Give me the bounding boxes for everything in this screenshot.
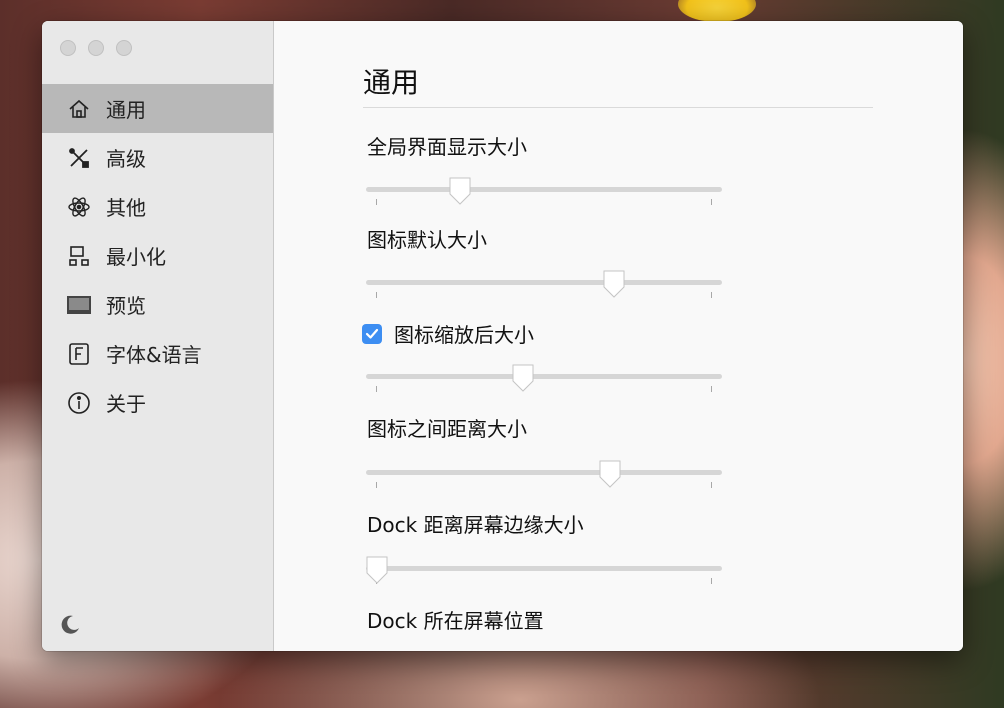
sidebar-nav: 通用 高级 其他 最小化 预览 字体&语言 关于: [42, 84, 273, 427]
font-icon: [66, 341, 92, 367]
sidebar-item-label: 字体&语言: [106, 343, 202, 367]
sidebar-item-label: 关于: [106, 392, 146, 416]
settings-panel: 通用 全局界面显示大小 图标默认大小 图标缩放后大小 图标之间距离大小 Dock…: [274, 21, 963, 651]
slider-tick-min: [376, 482, 377, 488]
setting-label-icon-spacing: 图标之间距离大小: [367, 417, 527, 441]
slider-track: [366, 566, 722, 571]
window-controls: [60, 40, 132, 56]
icon-zoom-size-checkbox[interactable]: [362, 323, 382, 344]
sidebar-item-label: 预览: [106, 294, 146, 318]
slider-tick-max: [711, 386, 712, 392]
desktop-wallpaper: 通用 高级 其他 最小化 预览 字体&语言 关于 通用 全局界面显示大小 图标默…: [0, 0, 1004, 708]
moon-icon[interactable]: [58, 613, 82, 637]
icon-spacing-slider[interactable]: [366, 459, 722, 497]
slider-track: [366, 374, 722, 379]
wallpaper-flower: [678, 0, 756, 22]
sidebar-item-label: 最小化: [106, 245, 166, 269]
setting-label-icon-zoom-size: 图标缩放后大小: [394, 323, 534, 347]
tools-icon: [66, 145, 92, 171]
sidebar-item-font-language[interactable]: 字体&语言: [42, 329, 273, 378]
sidebar-item-general[interactable]: 通用: [42, 84, 273, 133]
icon-zoom-size-slider[interactable]: [366, 363, 722, 401]
dock-edge-distance-slider[interactable]: [365, 555, 722, 593]
atom-icon: [66, 194, 92, 220]
preferences-window: 通用 高级 其他 最小化 预览 字体&语言 关于 通用 全局界面显示大小 图标默…: [42, 21, 963, 651]
slider-tick-max: [711, 292, 712, 298]
sidebar-item-other[interactable]: 其他: [42, 182, 273, 231]
slider-thumb[interactable]: [511, 363, 535, 393]
sidebar-item-label: 高级: [106, 147, 146, 171]
minimize-button[interactable]: [88, 40, 104, 56]
slider-tick-max: [711, 199, 712, 205]
page-title: 通用: [363, 66, 420, 99]
slider-thumb[interactable]: [598, 459, 622, 489]
sidebar-item-advanced[interactable]: 高级: [42, 133, 273, 182]
slider-tick-max: [711, 482, 712, 488]
preview-icon: [66, 292, 92, 318]
sidebar-item-about[interactable]: 关于: [42, 378, 273, 427]
setting-label-dock-edge-distance: Dock 距离屏幕边缘大小: [367, 513, 584, 537]
setting-label-dock-position: Dock 所在屏幕位置: [367, 609, 544, 633]
sidebar-item-label: 其他: [106, 196, 146, 220]
icon-default-size-slider[interactable]: [366, 269, 722, 307]
setting-label-icon-default-size: 图标默认大小: [367, 228, 487, 252]
title-divider: [363, 107, 873, 108]
slider-thumb[interactable]: [365, 555, 389, 585]
home-icon: [66, 96, 92, 122]
icon-zoom-size-row: 图标缩放后大小: [362, 319, 534, 348]
slider-tick-min: [376, 292, 377, 298]
slider-thumb[interactable]: [448, 176, 472, 206]
slider-track: [366, 280, 722, 285]
slider-tick-min: [376, 386, 377, 392]
slider-track: [366, 470, 722, 475]
sidebar-item-minimize[interactable]: 最小化: [42, 231, 273, 280]
sidebar: 通用 高级 其他 最小化 预览 字体&语言 关于: [42, 21, 274, 651]
info-icon: [66, 390, 92, 416]
slider-tick-max: [711, 578, 712, 584]
sidebar-item-label: 通用: [106, 98, 146, 122]
close-button[interactable]: [60, 40, 76, 56]
slider-track: [366, 187, 722, 192]
global-ui-size-slider[interactable]: [366, 176, 722, 214]
slider-tick-min: [376, 199, 377, 205]
minimize-icon: [66, 243, 92, 269]
slider-thumb[interactable]: [602, 269, 626, 299]
sidebar-item-preview[interactable]: 预览: [42, 280, 273, 329]
zoom-button[interactable]: [116, 40, 132, 56]
setting-label-global-ui-size: 全局界面显示大小: [367, 135, 527, 159]
